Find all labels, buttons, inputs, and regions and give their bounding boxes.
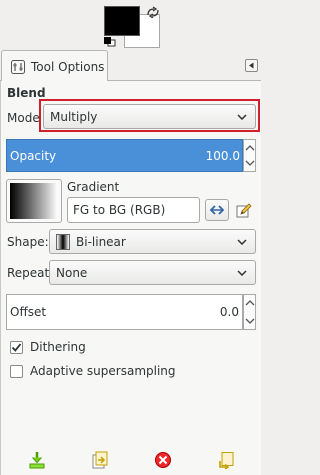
- tab-tool-options-label: Tool Options: [31, 59, 105, 74]
- opacity-slider[interactable]: Opacity 100.0: [6, 139, 243, 172]
- opacity-label: Opacity: [10, 148, 57, 163]
- default-colors-icon[interactable]: [104, 37, 116, 47]
- edit-gradient-icon[interactable]: [235, 201, 253, 219]
- dithering-option[interactable]: Dithering: [10, 340, 86, 354]
- gradient-preview: [10, 183, 58, 219]
- adaptive-supersampling-checkbox[interactable]: [10, 364, 23, 378]
- spin-down-icon[interactable]: [245, 159, 255, 167]
- swap-colors-icon[interactable]: [146, 6, 160, 18]
- delete-options-icon[interactable]: [154, 451, 172, 469]
- tab-menu-icon: [249, 62, 254, 69]
- chevron-down-icon: [237, 269, 247, 276]
- save-options-icon[interactable]: [28, 451, 46, 469]
- offset-slider[interactable]: Offset 0.0: [6, 294, 243, 330]
- dithering-checkbox[interactable]: [10, 340, 23, 354]
- mode-value: Multiply: [50, 109, 98, 124]
- adaptive-supersampling-option[interactable]: Adaptive supersampling: [10, 364, 176, 378]
- tool-options-icon: [11, 59, 25, 74]
- checkmark-icon: [11, 342, 22, 352]
- gradient-name-field[interactable]: FG to BG (RGB): [67, 197, 200, 223]
- dithering-label: Dithering: [30, 340, 86, 354]
- spin-up-icon[interactable]: [245, 299, 255, 307]
- reset-options-icon[interactable]: [217, 451, 235, 469]
- shape-label: Shape:: [7, 235, 49, 249]
- tool-title: Blend: [7, 86, 46, 100]
- offset-value: 0.0: [219, 305, 239, 319]
- shape-combo[interactable]: Bi-linear: [49, 229, 256, 254]
- reverse-gradient-button[interactable]: [205, 199, 229, 221]
- tab-tool-options[interactable]: Tool Options: [1, 50, 108, 82]
- offset-spin-buttons[interactable]: [243, 294, 256, 330]
- adaptive-supersampling-label: Adaptive supersampling: [30, 364, 176, 378]
- offset-label: Offset: [10, 305, 47, 319]
- opacity-spin-buttons[interactable]: [243, 139, 256, 172]
- mode-combo[interactable]: Multiply: [43, 104, 256, 129]
- spin-up-icon[interactable]: [245, 144, 255, 152]
- bilinear-shape-icon: [56, 233, 70, 250]
- opacity-value: 100.0: [205, 148, 240, 163]
- chevron-down-icon: [237, 238, 247, 245]
- repeat-combo[interactable]: None: [49, 260, 256, 285]
- spin-down-icon[interactable]: [245, 317, 255, 325]
- restore-options-icon[interactable]: [91, 451, 109, 469]
- dock-tab-bar: Tool Options: [0, 50, 261, 82]
- gradient-name: FG to BG (RGB): [73, 203, 166, 217]
- opacity-control: Opacity 100.0: [6, 139, 256, 172]
- fg-bg-color-area: [104, 6, 162, 48]
- shape-value: Bi-linear: [76, 234, 126, 249]
- repeat-value: None: [56, 265, 88, 280]
- repeat-label: Repeat:: [7, 266, 54, 280]
- tab-menu-button[interactable]: [245, 59, 258, 72]
- mode-label: Mode: [7, 111, 40, 125]
- reverse-gradient-icon: [209, 205, 225, 215]
- foreground-color-swatch[interactable]: [104, 6, 140, 36]
- gradient-label: Gradient: [67, 180, 120, 194]
- gradient-preview-button[interactable]: [6, 179, 62, 223]
- chevron-down-icon: [237, 113, 247, 120]
- offset-control: Offset 0.0: [6, 294, 256, 330]
